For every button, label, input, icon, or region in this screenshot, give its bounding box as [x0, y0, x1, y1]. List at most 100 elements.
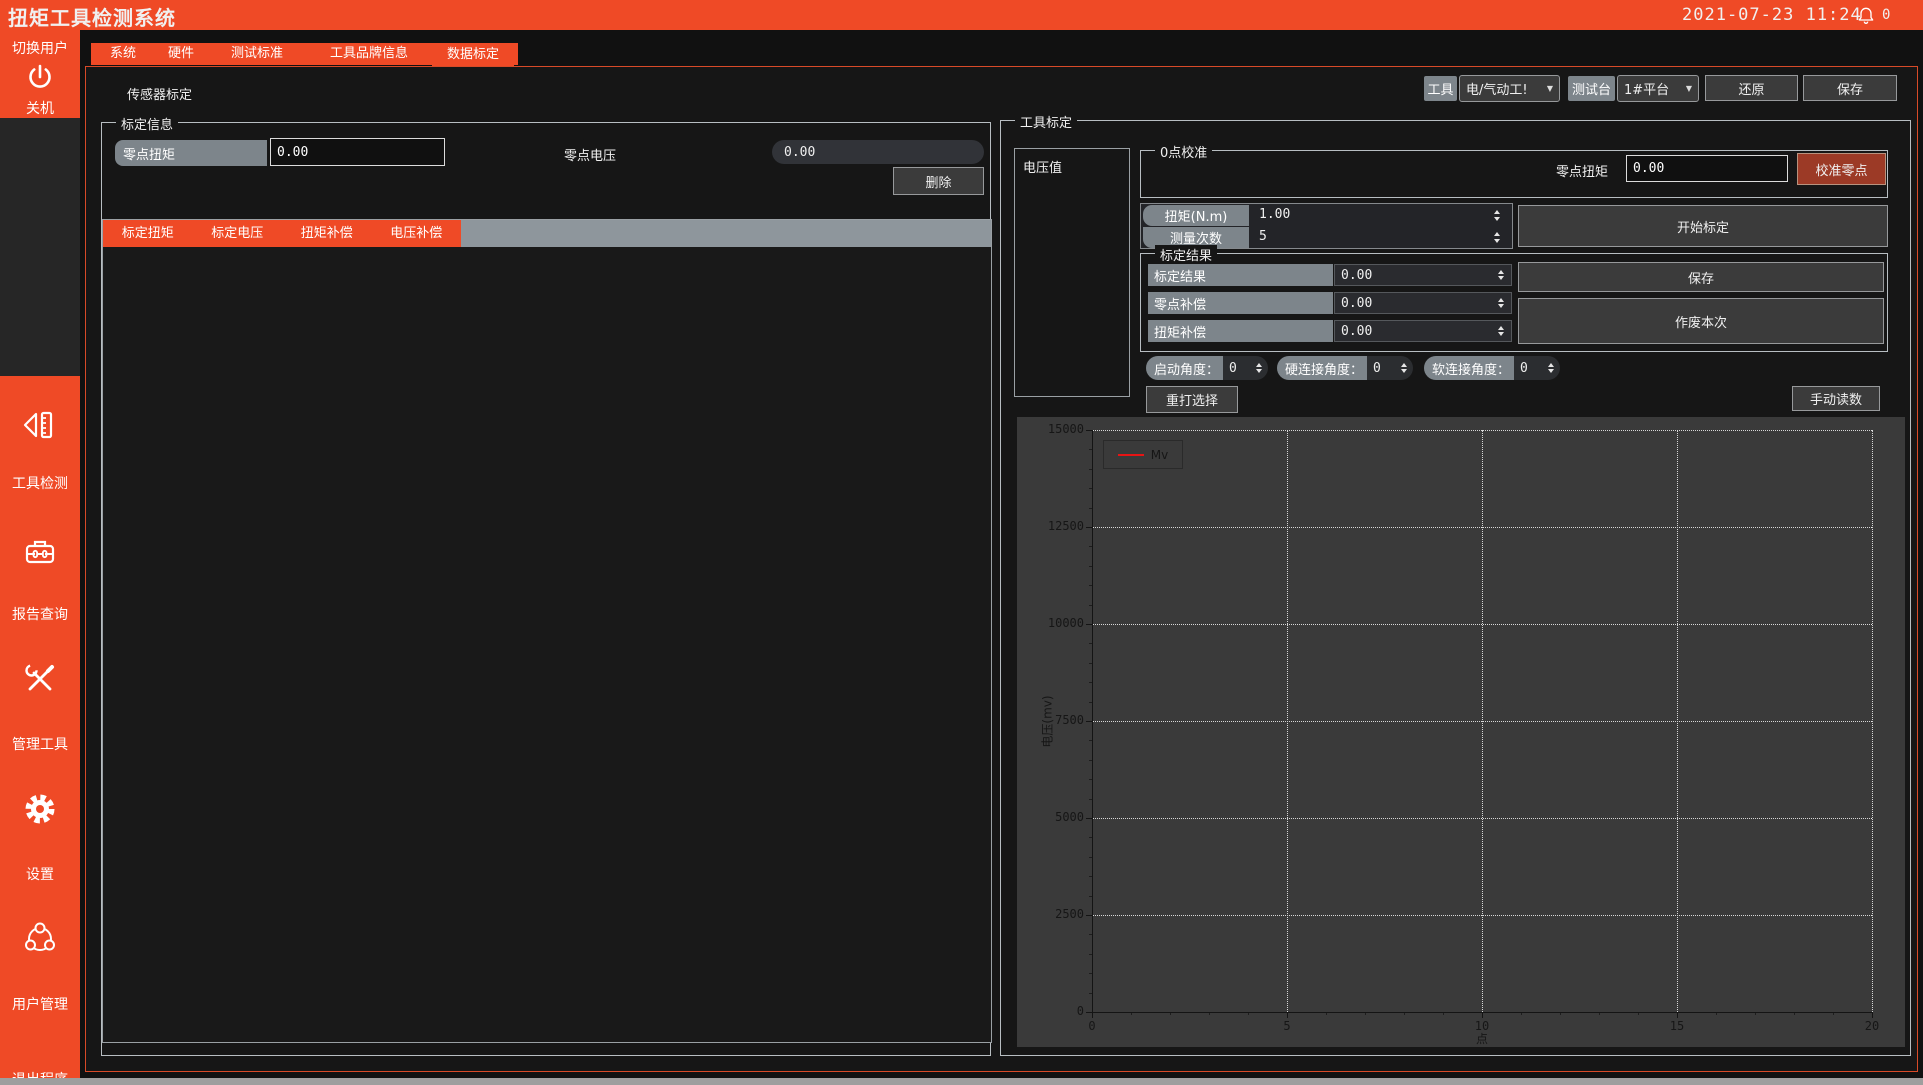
- result-row-value[interactable]: 0.00: [1334, 320, 1512, 342]
- tab-test-standard[interactable]: 测试标准: [212, 43, 302, 65]
- sidebar-item-manage-tools[interactable]: 管理工具: [0, 734, 80, 754]
- y-tick-label: 5000: [1022, 810, 1084, 824]
- calibration-info-group-label: 标定信息: [116, 114, 178, 133]
- app-title: 扭矩工具检测系统: [8, 2, 176, 31]
- result-row-value[interactable]: 0.00: [1334, 264, 1512, 286]
- v-gridline: [1677, 430, 1678, 1012]
- sidebar-item-report-query[interactable]: 报告查询: [0, 604, 80, 624]
- col-header-cal-voltage: 标定电压: [193, 220, 283, 247]
- col-header-voltage-comp: 电压补偿: [372, 220, 462, 247]
- x-tick-label: 20: [1852, 1019, 1892, 1033]
- v-gridline: [1482, 430, 1483, 1012]
- titlebar: 扭矩工具检测系统 2021-07-23 11:24 0: [0, 0, 1923, 30]
- zero-cal-torque-label: 零点扭矩: [1556, 161, 1608, 180]
- hard-joint-angle-label: 硬连接角度：: [1277, 356, 1367, 380]
- app-window: 扭矩工具检测系统 2021-07-23 11:24 0 切换用户 关机 工具检测: [0, 0, 1923, 1085]
- bench-selector-dropdown[interactable]: 1#平台 ▼: [1617, 75, 1699, 102]
- torque-spinner[interactable]: [1489, 205, 1505, 226]
- result-spinner[interactable]: [1492, 264, 1510, 286]
- tab-hardware[interactable]: 硬件: [153, 43, 209, 65]
- notification-count: 0: [1882, 7, 1890, 23]
- restore-button[interactable]: 还原: [1705, 75, 1798, 101]
- sidebar-item-tool-detect[interactable]: 工具检测: [0, 473, 80, 493]
- calibration-result-group-label: 标定结果: [1155, 245, 1217, 264]
- sidebar-item-settings[interactable]: 设置: [0, 864, 80, 884]
- v-gridline: [1872, 430, 1873, 1012]
- legend-series-label: Mv: [1151, 448, 1168, 462]
- table-header: 标定扭矩 标定电压 扭矩补偿 电压补偿: [103, 220, 461, 247]
- tool-selector-value: 电/气动工!: [1466, 79, 1528, 98]
- start-angle-value: 0: [1223, 356, 1250, 380]
- calibration-table[interactable]: 标定扭矩 标定电压 扭矩补偿 电压补偿: [102, 219, 992, 1043]
- result-spinner[interactable]: [1492, 320, 1510, 342]
- toolbox-icon[interactable]: [22, 534, 58, 570]
- zero-torque-label: 零点扭矩: [115, 140, 267, 166]
- tab-tool-brand[interactable]: 工具品牌信息: [310, 43, 428, 65]
- table-header-filler: [461, 220, 991, 247]
- tool-selector-label: 工具: [1424, 76, 1457, 101]
- start-angle-spinbox[interactable]: 启动角度： 0: [1146, 356, 1268, 380]
- result-row-label: 零点补偿: [1148, 292, 1333, 314]
- zero-voltage-label: 零点电压: [564, 145, 616, 164]
- tool-calibration-group-label: 工具标定: [1015, 112, 1077, 131]
- share-network-icon[interactable]: [22, 921, 58, 957]
- x-tick-label: 10: [1462, 1019, 1502, 1033]
- legend-line-sample: [1118, 454, 1144, 456]
- zero-cal-group-label: 0点校准: [1155, 142, 1212, 161]
- y-tick-label: 15000: [1022, 422, 1084, 436]
- y-tick-label: 2500: [1022, 907, 1084, 921]
- torque-setting-value[interactable]: 1.00: [1259, 207, 1290, 222]
- sidebar-top-section: 切换用户 关机: [0, 30, 80, 118]
- calibrate-zero-button[interactable]: 校准零点: [1797, 153, 1886, 185]
- rehit-select-button[interactable]: 重打选择: [1146, 386, 1238, 413]
- delete-button[interactable]: 删除: [893, 167, 984, 195]
- sidebar: 切换用户 关机 工具检测 报告查询: [0, 30, 80, 1085]
- tool-selector-dropdown[interactable]: 电/气动工! ▼: [1459, 75, 1560, 102]
- crossed-tools-icon[interactable]: [22, 661, 58, 697]
- hard-joint-angle-spinbox[interactable]: 硬连接角度： 0: [1277, 356, 1413, 380]
- result-spinner[interactable]: [1492, 292, 1510, 314]
- sidebar-item-switch-user[interactable]: 切换用户: [0, 38, 80, 58]
- soft-joint-angle-spinbox[interactable]: 软连接角度： 0: [1424, 356, 1560, 380]
- power-icon[interactable]: [24, 62, 56, 94]
- x-tick-label: 15: [1657, 1019, 1697, 1033]
- gear-icon[interactable]: [22, 791, 58, 827]
- x-tick-label: 0: [1072, 1019, 1112, 1033]
- save-result-button[interactable]: 保存: [1518, 262, 1884, 292]
- torque-setting-label: 扭矩(N.m): [1143, 205, 1249, 226]
- count-spinner[interactable]: [1489, 227, 1505, 248]
- y-tick-label: 7500: [1022, 713, 1084, 727]
- sensor-panel-title: 传感器标定: [127, 84, 192, 103]
- col-header-torque-comp: 扭矩补偿: [282, 220, 372, 247]
- void-current-button[interactable]: 作废本次: [1518, 298, 1884, 344]
- bench-selector-value: 1#平台: [1624, 79, 1669, 98]
- chevron-down-icon: ▼: [1547, 84, 1553, 93]
- hard-joint-angle-value: 0: [1367, 356, 1395, 380]
- bottom-strip: [0, 1078, 1923, 1085]
- sidebar-item-shutdown[interactable]: 关机: [0, 98, 80, 118]
- voltage-chart: Mv 电压(mv) 点 0250050007500100001250015000…: [1017, 417, 1905, 1047]
- save-button-top[interactable]: 保存: [1803, 75, 1897, 101]
- col-header-cal-torque: 标定扭矩: [103, 220, 193, 247]
- result-row-value[interactable]: 0.00: [1334, 292, 1512, 314]
- x-tick-mark: [1872, 1012, 1873, 1018]
- measure-count-value[interactable]: 5: [1259, 229, 1267, 244]
- sidebar-nav-section: 工具检测 报告查询 管理工具: [0, 376, 80, 1085]
- soft-joint-angle-label: 软连接角度：: [1424, 356, 1514, 380]
- soft-joint-angle-value: 0: [1514, 356, 1542, 380]
- zero-cal-torque-input[interactable]: [1626, 155, 1788, 182]
- ruler-triangle-icon[interactable]: [22, 408, 58, 444]
- y-axis-line: [1092, 430, 1093, 1012]
- zero-torque-input[interactable]: [270, 138, 445, 166]
- measure-settings-block: 扭矩(N.m) 测量次数 1.00 5: [1140, 203, 1513, 249]
- chevron-down-icon: ▼: [1686, 84, 1692, 93]
- start-angle-label: 启动角度：: [1146, 356, 1223, 380]
- voltage-list-label: 电压值: [1023, 157, 1062, 176]
- manual-reading-button[interactable]: 手动读数: [1792, 386, 1880, 411]
- voltage-list[interactable]: 电压值: [1014, 148, 1130, 397]
- tab-system[interactable]: 系统: [95, 43, 151, 65]
- sidebar-item-user-management[interactable]: 用户管理: [0, 994, 80, 1014]
- y-tick-label: 10000: [1022, 616, 1084, 630]
- start-calibration-button[interactable]: 开始标定: [1518, 205, 1888, 247]
- bell-icon[interactable]: [1856, 5, 1876, 25]
